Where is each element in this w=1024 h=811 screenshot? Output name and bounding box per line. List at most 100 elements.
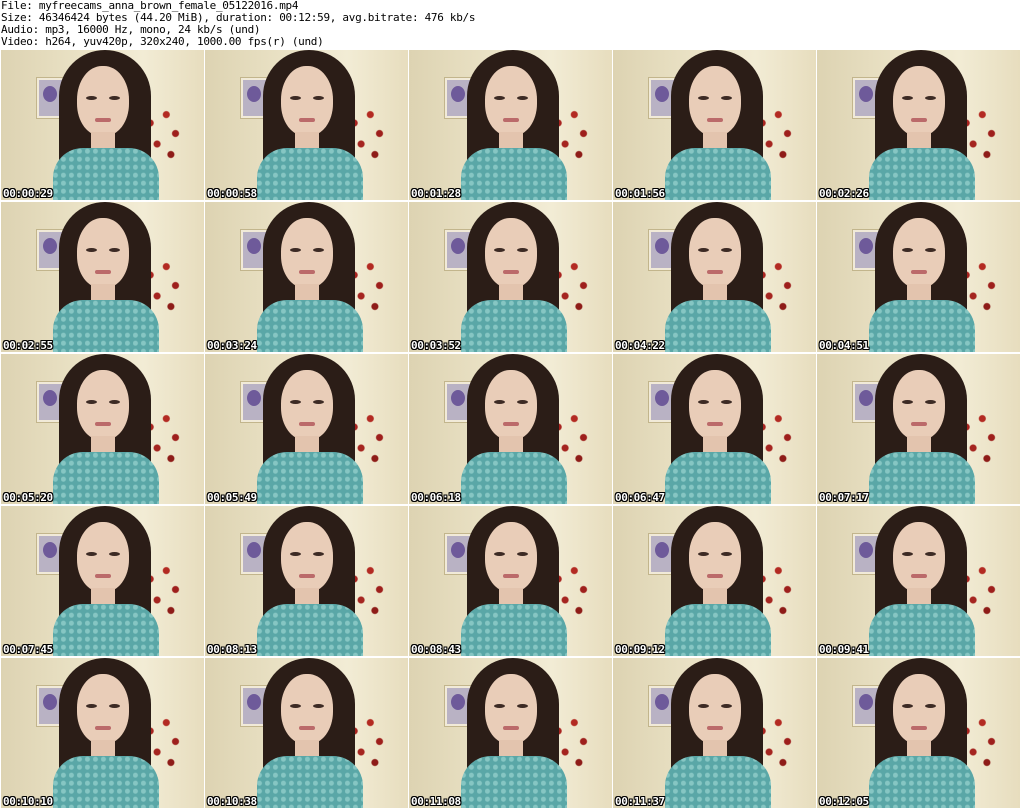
frame-timestamp: 00:10:10 [3,795,53,808]
person-dress [869,452,975,504]
video-frame-thumbnail: 00:10:38 [205,658,408,808]
frame-timestamp: 00:04:51 [819,339,869,352]
person-dress [53,756,159,808]
person-face [689,370,741,440]
person-face [281,522,333,592]
person-dress [257,148,363,200]
person-dress [461,756,567,808]
person-face [689,66,741,136]
frame-timestamp: 00:03:52 [411,339,461,352]
person-mouth [299,270,315,274]
frame-timestamp: 00:01:28 [411,187,461,200]
frame-timestamp: 00:10:38 [207,795,257,808]
person-mouth [707,118,723,122]
person-face [281,66,333,136]
video-frame-thumbnail: 00:12:05 [817,658,1020,808]
person-dress [53,452,159,504]
person-dress [869,756,975,808]
person-mouth [95,422,111,426]
person-mouth [95,118,111,122]
thumbnail-grid: 00:00:29 00:00:58 00:01:28 00:01:56 00:02:26… [0,50,1024,811]
frame-timestamp: 00:00:29 [3,187,53,200]
person-dress [257,452,363,504]
person-dress [665,148,771,200]
frame-timestamp: 00:03:24 [207,339,257,352]
person-mouth [911,270,927,274]
person-face [77,218,129,288]
video-frame-thumbnail: 00:05:20 [1,354,204,504]
person-face [485,522,537,592]
person-dress [869,148,975,200]
video-frame-thumbnail: 00:00:58 [205,50,408,200]
person-dress [461,604,567,656]
person-dress [53,148,159,200]
person-mouth [95,574,111,578]
person-mouth [911,118,927,122]
person-dress [53,300,159,352]
person-face [281,674,333,744]
video-frame-thumbnail: 00:07:17 [817,354,1020,504]
video-frame-thumbnail: 00:05:49 [205,354,408,504]
person-dress [869,604,975,656]
person-mouth [503,118,519,122]
frame-timestamp: 00:01:56 [615,187,665,200]
frame-timestamp: 00:02:55 [3,339,53,352]
frame-timestamp: 00:08:13 [207,643,257,656]
person-dress [461,452,567,504]
person-face [485,674,537,744]
person-mouth [299,422,315,426]
frame-timestamp: 00:06:18 [411,491,461,504]
video-frame-thumbnail: 00:01:28 [409,50,612,200]
person-face [485,370,537,440]
video-frame-thumbnail: 00:02:55 [1,202,204,352]
video-frame-thumbnail: 00:00:29 [1,50,204,200]
person-mouth [503,574,519,578]
person-mouth [707,270,723,274]
video-frame-thumbnail: 00:09:12 [613,506,816,656]
frame-timestamp: 00:09:41 [819,643,869,656]
frame-timestamp: 00:11:08 [411,795,461,808]
video-frame-thumbnail: 00:09:41 [817,506,1020,656]
file-info-header: File: myfreecams_anna_brown_female_05122… [1,0,1021,50]
person-dress [257,300,363,352]
person-mouth [707,422,723,426]
person-face [893,370,945,440]
video-frame-thumbnail: 00:08:13 [205,506,408,656]
person-face [689,522,741,592]
person-dress [257,604,363,656]
person-face [77,674,129,744]
person-face [485,218,537,288]
person-face [893,66,945,136]
frame-timestamp: 00:07:45 [3,643,53,656]
person-face [485,66,537,136]
video-frame-thumbnail: 00:06:47 [613,354,816,504]
person-dress [665,604,771,656]
person-mouth [911,422,927,426]
video-frame-thumbnail: 00:03:52 [409,202,612,352]
frame-timestamp: 00:11:37 [615,795,665,808]
video-frame-thumbnail: 00:10:10 [1,658,204,808]
person-face [893,674,945,744]
video-frame-thumbnail: 00:01:56 [613,50,816,200]
person-dress [53,604,159,656]
person-face [893,218,945,288]
person-face [689,674,741,744]
person-face [77,370,129,440]
person-face [281,218,333,288]
person-face [77,522,129,592]
video-frame-thumbnail: 00:04:22 [613,202,816,352]
person-mouth [299,118,315,122]
person-mouth [95,270,111,274]
video-frame-thumbnail: 00:07:45 [1,506,204,656]
frame-timestamp: 00:12:05 [819,795,869,808]
frame-timestamp: 00:05:20 [3,491,53,504]
frame-timestamp: 00:04:22 [615,339,665,352]
frame-timestamp: 00:02:26 [819,187,869,200]
person-mouth [95,726,111,730]
person-dress [665,756,771,808]
person-mouth [503,270,519,274]
person-face [77,66,129,136]
video-frame-thumbnail: 00:11:08 [409,658,612,808]
frame-timestamp: 00:07:17 [819,491,869,504]
video-frame-thumbnail: 00:04:51 [817,202,1020,352]
